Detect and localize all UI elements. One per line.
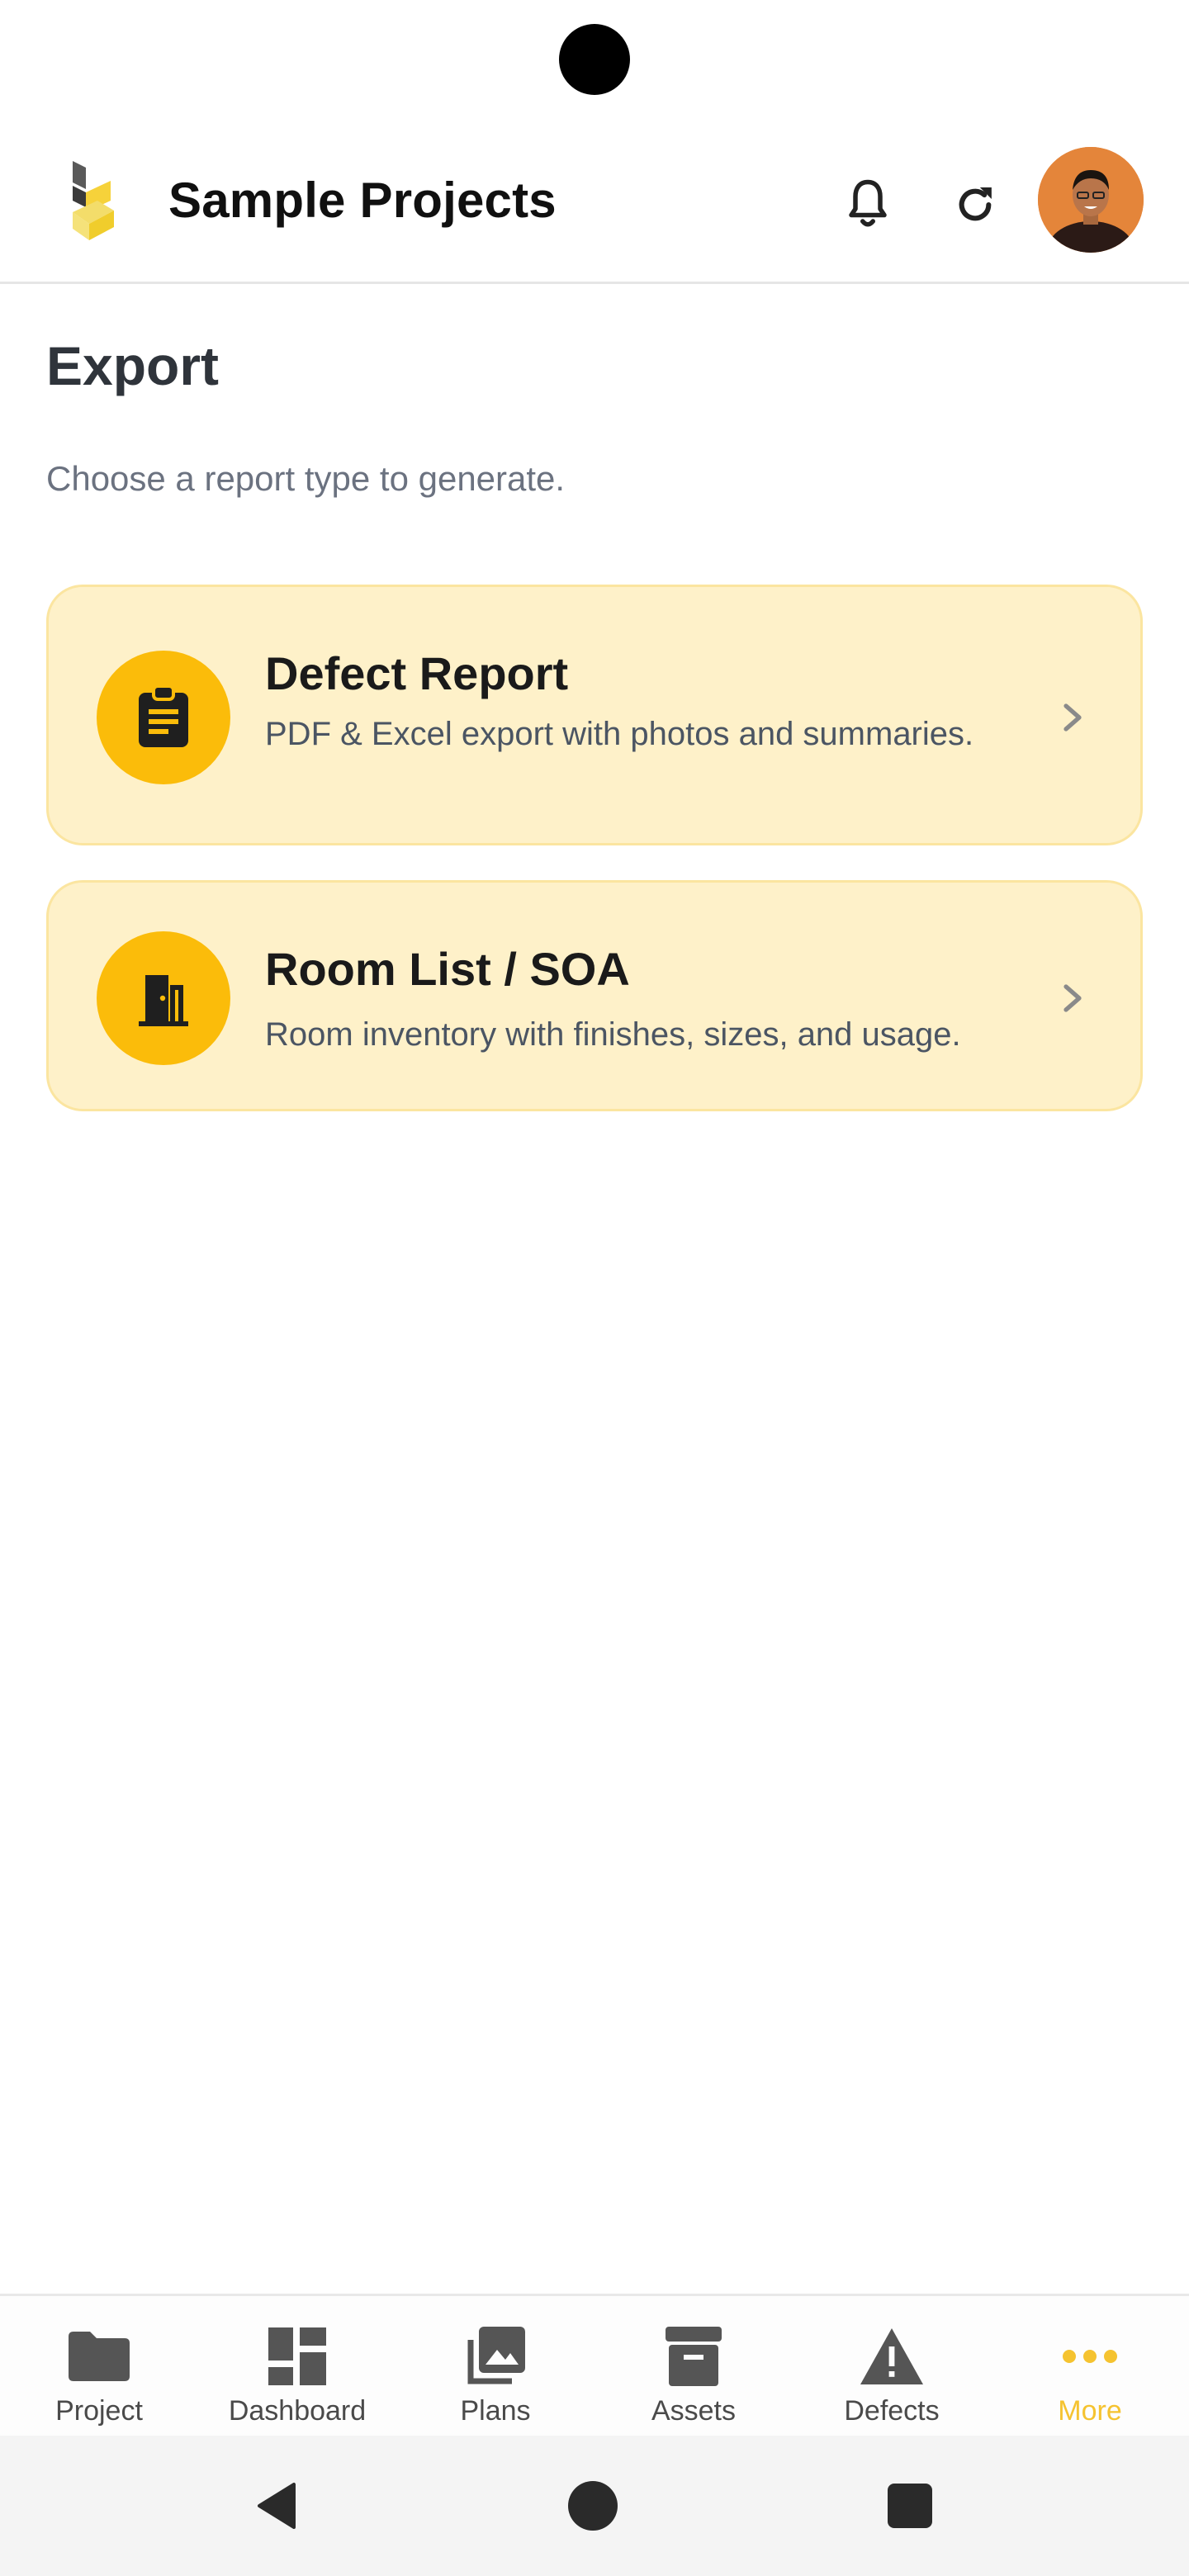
page-subtitle: Choose a report type to generate. <box>46 459 566 498</box>
recents-icon[interactable] <box>869 2465 951 2547</box>
folder-icon <box>64 2324 134 2389</box>
user-avatar[interactable] <box>1038 147 1144 253</box>
nav-item-project[interactable]: Project <box>0 2296 198 2438</box>
project-title[interactable]: Sample Projects <box>168 172 557 229</box>
card-description: PDF & Excel export with photos and summa… <box>265 716 974 752</box>
clipboard-icon <box>97 651 230 784</box>
images-icon <box>461 2324 530 2389</box>
nav-item-plans[interactable]: Plans <box>396 2296 594 2438</box>
nav-item-defects[interactable]: Defects <box>793 2296 991 2438</box>
card-title: Room List / SOA <box>265 943 630 995</box>
room-list-card[interactable]: Room List / SOA Room inventory with fini… <box>46 880 1143 1111</box>
nav-item-more[interactable]: More <box>991 2296 1189 2438</box>
chevron-right-icon <box>1048 973 1097 1023</box>
chevron-right-icon <box>1048 693 1097 742</box>
home-icon[interactable] <box>552 2465 634 2547</box>
nav-item-assets[interactable]: Assets <box>594 2296 793 2438</box>
app-header: Sample Projects <box>0 124 1189 284</box>
back-icon[interactable] <box>236 2465 319 2547</box>
warning-icon <box>857 2324 926 2389</box>
more-icon <box>1055 2324 1125 2389</box>
status-bar <box>0 0 1189 124</box>
nav-label: Dashboard <box>228 2395 367 2427</box>
nav-label: Plans <box>460 2395 531 2427</box>
bell-icon[interactable] <box>831 168 905 242</box>
nav-item-dashboard[interactable]: Dashboard <box>198 2296 396 2438</box>
nav-label: More <box>1058 2395 1122 2427</box>
card-description: Room inventory with finishes, sizes, and… <box>265 1016 961 1053</box>
bottom-navigation: Project Dashboard Plans Assets Defects M… <box>0 2294 1189 2436</box>
nav-label: Project <box>55 2395 143 2427</box>
archive-icon <box>659 2324 728 2389</box>
system-navigation-bar <box>0 2436 1189 2576</box>
refresh-icon[interactable] <box>938 168 1012 242</box>
nav-label: Assets <box>651 2395 737 2427</box>
defect-report-card[interactable]: Defect Report PDF & Excel export with ph… <box>46 585 1143 845</box>
card-title: Defect Report <box>265 647 569 699</box>
door-icon <box>97 931 230 1065</box>
app-logo-icon[interactable] <box>64 161 124 244</box>
nav-label: Defects <box>844 2395 940 2427</box>
dashboard-icon <box>263 2324 332 2389</box>
page-title: Export <box>46 335 220 396</box>
camera-cutout <box>559 24 630 95</box>
